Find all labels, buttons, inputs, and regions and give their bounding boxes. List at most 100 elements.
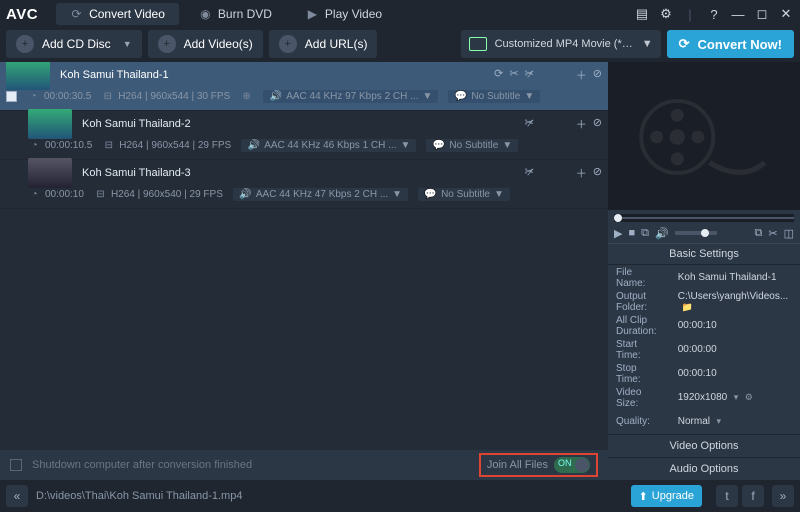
remove-icon[interactable]: ⊘ [593, 116, 602, 132]
refresh-icon[interactable]: ⟳ [494, 67, 503, 83]
gear-icon[interactable]: ⚙ [741, 392, 753, 402]
preview-seekbar[interactable] [614, 214, 794, 222]
remove-icon[interactable]: ⊘ [593, 67, 602, 83]
scissors-icon[interactable]: ✂ [768, 227, 777, 240]
setting-value[interactable]: 00:00:10 [672, 363, 798, 385]
refresh-icon: ⟳ [70, 7, 83, 21]
shutdown-label: Shutdown computer after conversion finis… [32, 459, 252, 471]
stop-icon[interactable]: ■ [628, 227, 635, 239]
audio-track-select[interactable]: 🔊AAC 44 KHz 46 Kbps 1 CH ...▼ [241, 139, 416, 152]
facebook-icon[interactable]: f [742, 485, 764, 507]
chevron-down-icon: ▼ [123, 39, 132, 49]
subtitle-select[interactable]: 💬No Subtitle▼ [418, 188, 510, 201]
refresh-icon: ⟳ [679, 36, 690, 52]
add-icon[interactable]: ＋ [576, 116, 587, 132]
subtitle-select[interactable]: 💬No Subtitle▼ [448, 90, 540, 103]
thumbnail [28, 109, 72, 139]
target-icon[interactable]: ⊕ [240, 91, 253, 102]
film-icon: ⊟ [94, 189, 107, 200]
minimize-icon[interactable]: — [730, 7, 746, 22]
upgrade-button[interactable]: ⬆Upgrade [631, 485, 702, 507]
file-name: Koh Samui Thailand-1 [60, 69, 169, 81]
next-button[interactable]: » [772, 485, 794, 507]
close-icon[interactable]: ✕ [778, 6, 794, 22]
video-info: H264 | 960x540 | 29 FPS [111, 189, 223, 200]
checkbox[interactable] [6, 91, 17, 102]
setting-label: Start Time: [610, 339, 670, 361]
subtitle-icon: 💬 [432, 140, 445, 151]
up-arrow-icon: ⬆ [639, 490, 648, 503]
remove-icon[interactable]: ⊘ [593, 165, 602, 181]
tab-convert-video[interactable]: ⟳ Convert Video [56, 3, 179, 25]
help-icon[interactable]: ? [706, 7, 722, 22]
output-profile-select[interactable]: Customized MP4 Movie (*.mp4) ▼ [461, 30, 661, 58]
button-label: Add URL(s) [305, 37, 368, 51]
audio-options-row[interactable]: Audio Options [608, 457, 800, 480]
scissors-icon[interactable]: ✂ [509, 67, 518, 83]
tab-label: Convert Video [89, 7, 165, 21]
subtitle-select[interactable]: 💬No Subtitle▼ [426, 139, 518, 152]
subtitle-label: No Subtitle [471, 91, 520, 102]
globe-plus-icon: + [279, 35, 297, 53]
menu-icon[interactable]: ▤ [634, 6, 650, 22]
setting-label: Quality: [610, 411, 670, 432]
add-cd-disc-button[interactable]: + Add CD Disc ▼ [6, 30, 142, 58]
chevron-down-icon[interactable]: ▾ [710, 416, 721, 426]
snapshot-icon[interactable]: ⧉ [641, 227, 649, 240]
setting-label: Stop Time: [610, 363, 670, 385]
audio-label: AAC 44 KHz 47 Kbps 2 CH ... [256, 189, 388, 200]
shutdown-checkbox[interactable] [10, 459, 22, 471]
settings-table: File Name:Koh Samui Thailand-1 Output Fo… [608, 265, 800, 434]
crop-icon[interactable]: ✂̷ [525, 116, 534, 132]
detach-icon[interactable]: ⧉ [755, 227, 763, 240]
audio-track-select[interactable]: 🔊AAC 44 KHz 97 Kbps 2 CH ...▼ [263, 90, 438, 103]
setting-value[interactable]: C:\Users\yangh\Videos... 📁 [672, 291, 798, 313]
film-icon [469, 37, 487, 51]
play-icon[interactable]: ▶ [614, 227, 622, 240]
crop-icon[interactable]: ✂̷ [525, 67, 534, 83]
setting-value[interactable]: Normal ▾ [672, 411, 798, 432]
add-videos-button[interactable]: + Add Video(s) [148, 30, 263, 58]
duration: 00:00:10 [45, 189, 84, 200]
setting-label: File Name: [610, 267, 670, 289]
join-label: Join All Files [487, 459, 548, 471]
tab-burn-dvd[interactable]: ◉ Burn DVD [185, 3, 286, 25]
file-row[interactable]: Koh Samui Thailand-1 ⟳ ✂ ✂̷ ＋ ⊘ ◔00:00:3… [0, 62, 608, 111]
crop-icon[interactable]: ✂̷ [525, 165, 534, 181]
add-urls-button[interactable]: + Add URL(s) [269, 30, 378, 58]
convert-now-button[interactable]: ⟳ Convert Now! [667, 30, 794, 58]
preview-pane [608, 62, 800, 210]
video-options-row[interactable]: Video Options [608, 434, 800, 457]
disc-plus-icon: + [16, 35, 34, 53]
setting-value: 00:00:10 [672, 315, 798, 337]
setting-value[interactable]: 00:00:00 [672, 339, 798, 361]
setting-value[interactable]: Koh Samui Thailand-1 [672, 267, 798, 289]
basic-settings-header: Basic Settings [608, 243, 800, 265]
chevron-down-icon[interactable]: ▾ [727, 392, 741, 402]
clock-icon: ◔ [28, 140, 41, 151]
twitter-icon[interactable]: t [716, 485, 738, 507]
add-icon[interactable]: ＋ [576, 165, 587, 181]
volume-slider[interactable] [675, 231, 717, 235]
audio-track-select[interactable]: 🔊AAC 44 KHz 47 Kbps 2 CH ...▼ [233, 188, 408, 201]
tab-play-video[interactable]: ▶ Play Video [292, 3, 396, 25]
setting-value[interactable]: 1920x1080 ▾ ⚙ [672, 387, 798, 409]
film-reel-icon [638, 92, 768, 182]
maximize-icon[interactable]: ◻ [754, 6, 770, 22]
file-name: Koh Samui Thailand-2 [82, 118, 191, 130]
folder-icon[interactable]: 📁 [678, 302, 693, 312]
file-row[interactable]: Koh Samui Thailand-3 ✂̷ ＋ ⊘ ◔00:00:10 ⊟H… [0, 160, 608, 209]
disc-icon: ◉ [199, 7, 212, 21]
file-row[interactable]: Koh Samui Thailand-2 ✂̷ ＋ ⊘ ◔00:00:10.5 … [0, 111, 608, 160]
tab-label: Play Video [325, 7, 382, 21]
join-all-files-toggle[interactable]: ON [554, 457, 590, 473]
file-list: Koh Samui Thailand-1 ⟳ ✂ ✂̷ ＋ ⊘ ◔00:00:3… [0, 62, 608, 450]
prev-button[interactable]: « [6, 485, 28, 507]
app-logo: AVC [6, 6, 38, 23]
speaker-icon[interactable]: 🔊 [655, 227, 669, 240]
subtitle-icon: 💬 [454, 91, 467, 102]
crop-icon[interactable]: ◫ [784, 227, 794, 240]
add-icon[interactable]: ＋ [576, 67, 587, 83]
profile-label: Customized MP4 Movie (*.mp4) [495, 38, 634, 50]
gear-icon[interactable]: ⚙ [658, 6, 674, 22]
